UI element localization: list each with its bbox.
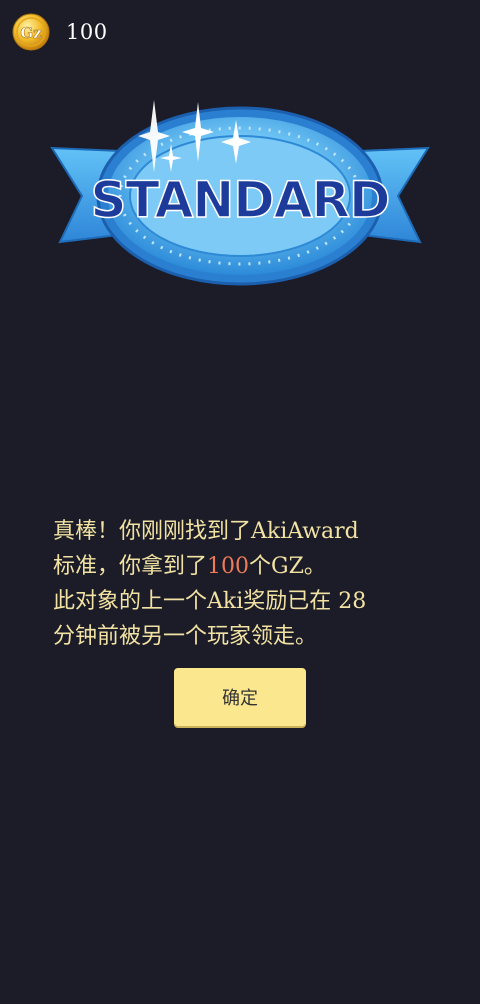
message-line-2: 标准，你拿到了100个GZ。: [53, 554, 326, 579]
gz-coin-icon: Gz: [12, 13, 50, 51]
message-line-3: 此对象的上一个Aki奖励已在 28: [53, 589, 367, 614]
svg-text:Gz: Gz: [20, 24, 42, 42]
standard-badge-icon: STANDARD: [50, 100, 430, 286]
reward-message: 真棒！你刚刚找到了AkiAward 标准，你拿到了100个GZ。 此对象的上一个…: [53, 514, 443, 654]
currency-bar: Gz 100: [12, 13, 108, 51]
message-line-1: 真棒！你刚刚找到了AkiAward: [53, 519, 359, 544]
reward-amount: 100: [207, 554, 250, 579]
confirm-button[interactable]: 确定: [174, 668, 306, 726]
svg-text:STANDARD: STANDARD: [91, 171, 390, 229]
message-line-4: 分钟前被另一个玩家领走。: [53, 624, 318, 649]
minutes-value: 28: [338, 589, 367, 614]
coin-balance: 100: [66, 20, 108, 44]
